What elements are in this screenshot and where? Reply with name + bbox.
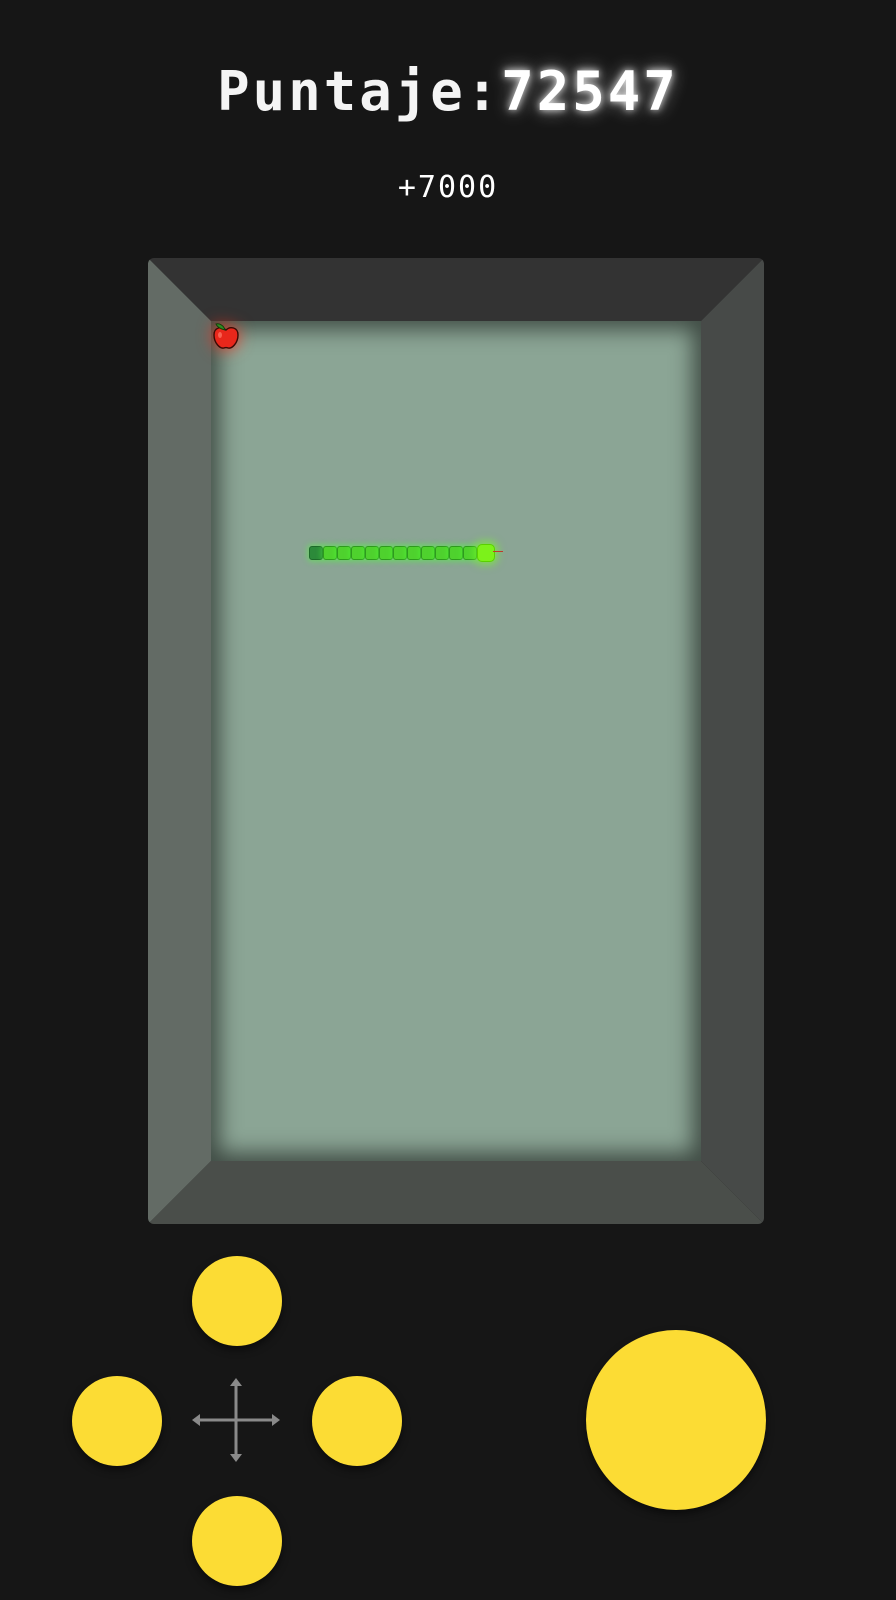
snake-segment [421,546,435,560]
score-value: 72547 [501,60,679,123]
bonus-points: +7000 [397,170,499,205]
score-label: Puntaje: [217,60,502,123]
snake-segment [407,546,421,560]
dpad-up-button[interactable] [192,1256,282,1346]
game-frame [148,258,764,1224]
snake-segment [393,546,407,560]
snake-segment [379,546,393,560]
snake-segment [449,546,463,560]
score-display: Puntaje:72547 [0,62,896,122]
snake [309,543,509,562]
snake-head [477,544,495,562]
snake-segment [323,546,337,560]
dpad-cross-icon [192,1378,280,1462]
snake-segment [309,546,323,560]
snake-segment [351,546,365,560]
apple-icon [213,323,239,349]
snake-segment [463,546,477,560]
snake-segment [435,546,449,560]
action-button[interactable] [586,1330,766,1510]
snake-tongue [493,551,503,552]
snake-segment [365,546,379,560]
game-board [211,321,701,1161]
dpad-down-button[interactable] [192,1496,282,1586]
dpad-left-button[interactable] [72,1376,162,1466]
snake-segment [337,546,351,560]
dpad-right-button[interactable] [312,1376,402,1466]
